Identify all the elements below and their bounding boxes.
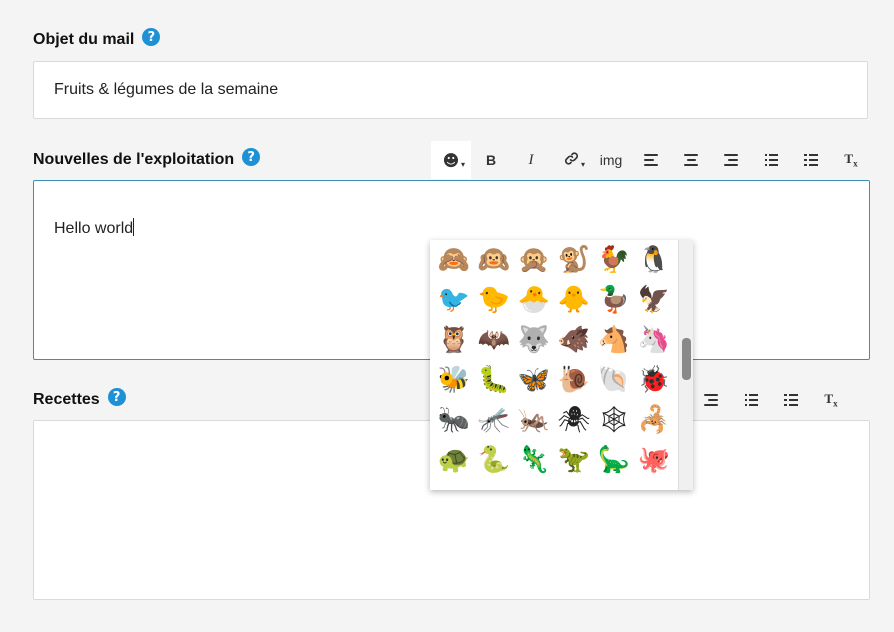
- image-button[interactable]: img: [591, 141, 631, 179]
- emoji-item[interactable]: 🦄: [634, 320, 674, 360]
- smiley-icon: ☻: [442, 150, 460, 170]
- emoji-item[interactable]: 🦀: [554, 486, 594, 490]
- text-caret: [133, 218, 135, 236]
- numbered-list-button[interactable]: [791, 141, 831, 179]
- emoji-item[interactable]: 🐧: [634, 240, 674, 280]
- emoji-item[interactable]: 🦆: [594, 280, 634, 320]
- align-right-button[interactable]: [691, 381, 731, 419]
- help-icon[interactable]: ?: [107, 388, 126, 406]
- emoji-item[interactable]: 🐴: [594, 320, 634, 360]
- emoji-item[interactable]: 🦕: [594, 440, 634, 480]
- clear-format-icon: Tx: [824, 391, 838, 409]
- emoji-item[interactable]: 🐤: [474, 280, 514, 320]
- emoji-item[interactable]: 🐦: [434, 280, 474, 320]
- subject-input[interactable]: Fruits & légumes de la semaine: [33, 61, 868, 119]
- numbered-list-icon: [804, 154, 818, 166]
- recipes-label-text: Recettes: [33, 391, 100, 408]
- emoji-item[interactable]: 🐺: [514, 320, 554, 360]
- emoji-item[interactable]: 🐥: [554, 280, 594, 320]
- subject-label-text: Objet du mail: [33, 31, 135, 48]
- recipes-label: Recettes ?: [33, 388, 126, 409]
- emoji-item[interactable]: 🐢: [434, 440, 474, 480]
- emoji-item[interactable]: 🐓: [594, 240, 634, 280]
- italic-button[interactable]: I: [511, 141, 551, 179]
- emoji-item[interactable]: 🦑: [434, 486, 474, 490]
- align-left-icon: [644, 154, 658, 166]
- emoji-item[interactable]: 🐝: [434, 360, 474, 400]
- numbered-list-button[interactable]: [771, 381, 811, 419]
- emoji-item[interactable]: 🦂: [634, 400, 674, 440]
- emoji-item[interactable]: 🐜: [434, 400, 474, 440]
- emoji-item[interactable]: 🙊: [514, 240, 554, 280]
- emoji-scrollbar[interactable]: [678, 240, 693, 490]
- emoji-item[interactable]: 🦖: [554, 440, 594, 480]
- emoji-item[interactable]: 🐞: [634, 360, 674, 400]
- news-editor-content[interactable]: Hello world: [34, 181, 869, 238]
- emoji-item[interactable]: 🦉: [434, 320, 474, 360]
- clear-format-button[interactable]: Tx: [831, 141, 871, 179]
- emoji-item[interactable]: 🐍: [474, 440, 514, 480]
- emoji-scrollbar-thumb[interactable]: [682, 338, 691, 380]
- emoji-item[interactable]: 🐙: [634, 440, 674, 480]
- align-center-icon: [684, 154, 698, 166]
- emoji-item[interactable]: 🕷: [554, 400, 594, 440]
- emoji-item[interactable]: 🐣: [514, 280, 554, 320]
- numbered-list-icon: [784, 394, 798, 406]
- bullet-list-icon: [764, 154, 778, 166]
- emoji-item[interactable]: 🙈: [434, 240, 474, 280]
- emoji-item[interactable]: 🦞: [514, 486, 554, 490]
- chevron-down-icon: ▾: [580, 160, 585, 169]
- emoji-item[interactable]: 🐡: [594, 486, 634, 490]
- align-right-button[interactable]: [711, 141, 751, 179]
- chevron-down-icon: ▾: [460, 160, 465, 169]
- align-center-button[interactable]: [671, 141, 711, 179]
- news-toolbar: ☻ ▾ B I ▾ img Tx: [431, 141, 871, 179]
- link-icon: [564, 151, 579, 170]
- recipes-toolbar: Tx: [671, 381, 851, 419]
- subject-label: Objet du mail ?: [33, 28, 161, 49]
- link-button[interactable]: ▾: [551, 141, 591, 179]
- emoji-item[interactable]: 🐗: [554, 320, 594, 360]
- news-label: Nouvelles de l'exploitation ?: [33, 148, 261, 169]
- emoji-item[interactable]: 🐌: [554, 360, 594, 400]
- emoji-item[interactable]: 🙉: [474, 240, 514, 280]
- emoji-item[interactable]: 🦇: [474, 320, 514, 360]
- emoji-item[interactable]: 🐛: [474, 360, 514, 400]
- emoji-item[interactable]: 🦎: [514, 440, 554, 480]
- align-right-icon: [704, 394, 718, 406]
- emoji-item[interactable]: 🕸: [594, 400, 634, 440]
- emoji-item[interactable]: 🐒: [554, 240, 594, 280]
- help-icon[interactable]: ?: [242, 148, 261, 166]
- align-left-button[interactable]: [631, 141, 671, 179]
- emoji-grid: 🙈 🙉 🙊 🐒 🐓 🐧 🐦 🐤 🐣 🐥 🦆 🦅 🦉 🦇 🐺 🐗 🐴 🦄 🐝 🐛 🦋 🐌 🐚 🐞 🐜 🦟 🦗 🕷 🕸 🦂 🐢 🐍 🦎 🦖 🦕 🐙: [434, 240, 674, 480]
- bullet-list-button[interactable]: [751, 141, 791, 179]
- emoji-item[interactable]: 🦅: [634, 280, 674, 320]
- news-label-text: Nouvelles de l'exploitation: [33, 151, 235, 168]
- emoji-grid-partial-row: 🦑🦐🦞🦀🐡🐠: [434, 486, 674, 490]
- align-right-icon: [724, 154, 738, 166]
- emoji-button[interactable]: ☻ ▾: [431, 141, 471, 179]
- emoji-item[interactable]: 🐠: [634, 486, 674, 490]
- emoji-item[interactable]: 🦋: [514, 360, 554, 400]
- clear-format-button[interactable]: Tx: [811, 381, 851, 419]
- clear-format-icon: Tx: [844, 151, 858, 169]
- news-editor-text: Hello world: [54, 220, 134, 237]
- bullet-list-icon: [744, 394, 758, 406]
- emoji-picker: 🙈🙉🙊🐒🐓🐧 🐦🐤🐣🐥🦆🦅 🦉🦇🐺🐗🐴🦄 🐝🐛🦋🐌🐚🐞 🐜🦟🦗🕷🕸🦂 🐢🐍🦎🦖🦕🐙 🦑🦐🦞…: [430, 240, 693, 490]
- emoji-item[interactable]: 🐚: [594, 360, 634, 400]
- help-icon[interactable]: ?: [142, 28, 161, 46]
- emoji-item[interactable]: 🦐: [474, 486, 514, 490]
- emoji-item[interactable]: 🦗: [514, 400, 554, 440]
- bold-button[interactable]: B: [471, 141, 511, 179]
- bullet-list-button[interactable]: [731, 381, 771, 419]
- emoji-item[interactable]: 🦟: [474, 400, 514, 440]
- subject-input-value: Fruits & légumes de la semaine: [54, 81, 279, 98]
